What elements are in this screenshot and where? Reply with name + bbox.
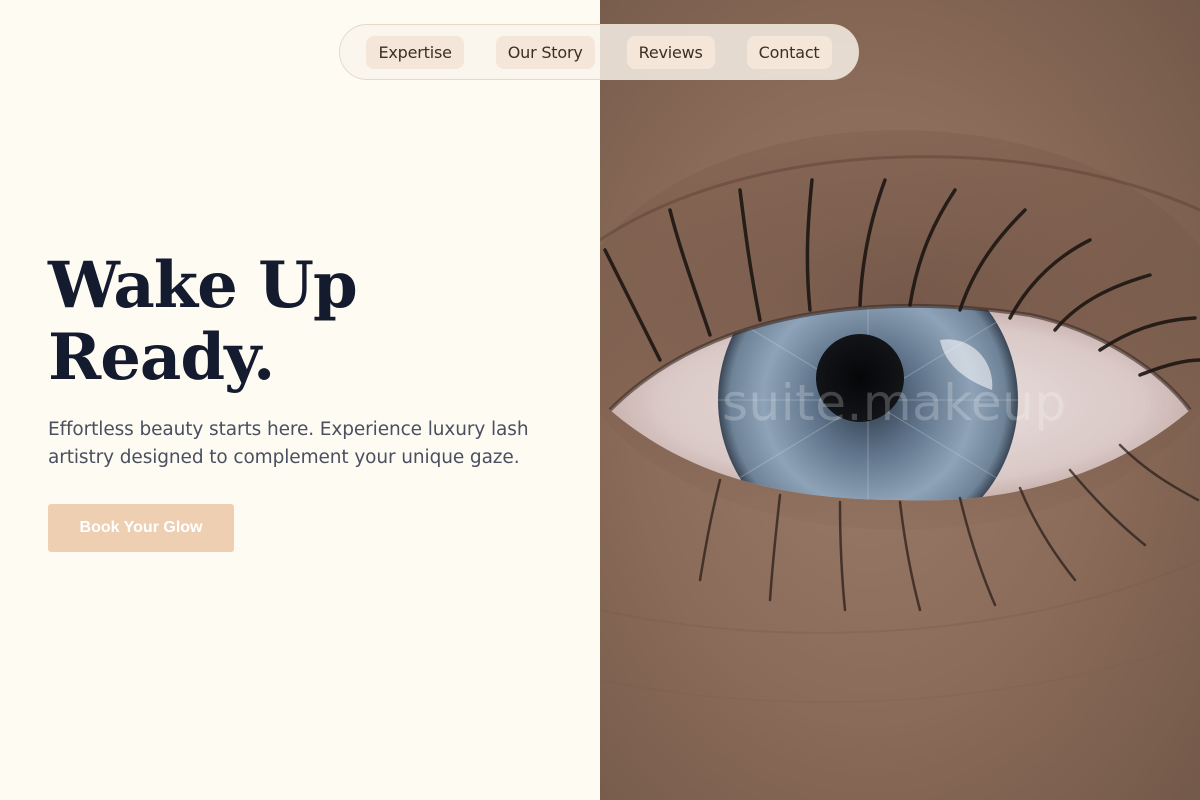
main-nav: Expertise Our Story Reviews Contact <box>339 24 859 80</box>
nav-expertise[interactable]: Expertise <box>366 35 464 69</box>
hero-subtitle: Effortless beauty starts here. Experienc… <box>48 419 529 468</box>
hero-title: Wake Up Ready. <box>48 248 358 395</box>
nav-our-story[interactable]: Our Story <box>495 35 595 69</box>
nav-reviews[interactable]: Reviews <box>626 35 715 69</box>
book-your-glow-button[interactable]: Book Your Glow <box>48 504 234 552</box>
hero-title-line-2: Ready. <box>48 320 275 395</box>
eye-illustration <box>600 0 1200 800</box>
nav-contact[interactable]: Contact <box>746 35 832 69</box>
hero-text-panel <box>0 0 600 800</box>
eye-photo <box>600 0 1200 800</box>
hero-title-line-1: Wake Up <box>48 248 358 323</box>
